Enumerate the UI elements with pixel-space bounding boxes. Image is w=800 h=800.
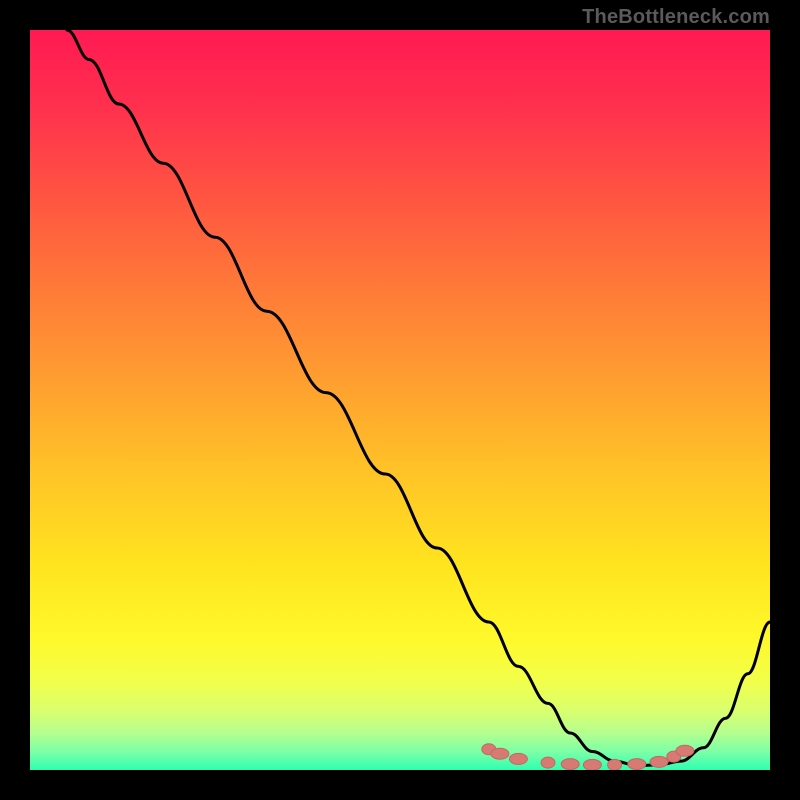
chart-frame: [30, 30, 770, 770]
marker-point: [583, 759, 601, 770]
marker-point: [676, 745, 694, 756]
watermark-text: TheBottleneck.com: [582, 6, 770, 29]
marker-point: [561, 759, 579, 770]
marker-point: [491, 748, 509, 759]
marker-point: [628, 759, 646, 770]
bottleneck-chart: [30, 30, 770, 770]
marker-point: [650, 756, 668, 767]
marker-point: [509, 753, 527, 764]
gradient-background: [30, 30, 770, 770]
marker-point: [541, 757, 555, 768]
marker-point: [608, 759, 622, 770]
